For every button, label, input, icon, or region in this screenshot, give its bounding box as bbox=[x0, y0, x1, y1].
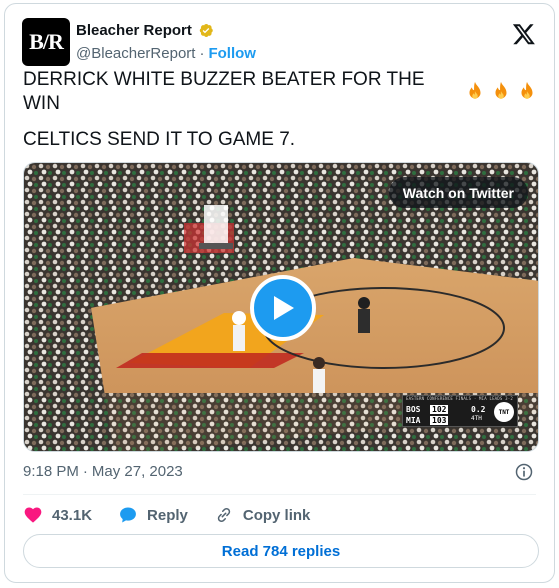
read-replies-button[interactable]: Read 784 replies bbox=[23, 534, 539, 568]
action-bar: 43.1K Reply Copy link bbox=[23, 503, 336, 527]
link-icon bbox=[217, 507, 231, 523]
info-icon[interactable] bbox=[514, 462, 534, 482]
fire-emojis bbox=[464, 81, 538, 103]
tweet-text-line2: CELTICS SEND IT TO GAME 7. bbox=[23, 129, 296, 150]
fire-emoji-icon bbox=[521, 81, 533, 99]
tnt-logo: TNT bbox=[494, 402, 514, 422]
divider bbox=[23, 494, 536, 495]
play-button[interactable] bbox=[250, 275, 316, 341]
copy-link-label: Copy link bbox=[242, 506, 311, 524]
fire-emoji-icon bbox=[469, 81, 481, 99]
author-name[interactable]: Bleacher Report bbox=[76, 22, 192, 39]
like-count: 43.1K bbox=[52, 506, 93, 524]
tweet-date: May 27, 2023 bbox=[91, 463, 183, 480]
fire-emoji-icon bbox=[495, 81, 507, 99]
video-thumbnail[interactable]: Watch on Twitter EASTERN CONFERENCE FINA… bbox=[23, 162, 539, 452]
scorebug-row-mia: MIA 103 bbox=[406, 415, 449, 425]
reply-label: Reply bbox=[147, 506, 188, 524]
scorebug: EASTERN CONFERENCE FINALS · MIA LEADS 3-… bbox=[402, 395, 518, 427]
verified-badge-icon bbox=[199, 24, 213, 37]
scorebug-team1: BOS bbox=[406, 404, 421, 414]
avatar[interactable]: B/R bbox=[22, 18, 70, 66]
follow-button[interactable]: Follow bbox=[208, 45, 256, 62]
like-button[interactable]: 43.1K bbox=[23, 505, 92, 525]
reply-button[interactable]: Reply bbox=[118, 505, 188, 525]
scorebug-score2: 103 bbox=[430, 415, 449, 425]
author-handle[interactable]: @BleacherReport bbox=[76, 45, 195, 62]
play-icon bbox=[274, 296, 294, 320]
tweet-text-line1: DERRICK WHITE BUZZER BEATER FOR THE WIN bbox=[23, 69, 425, 114]
scorebug-row-bos: BOS 102 bbox=[406, 404, 449, 414]
x-logo-icon[interactable] bbox=[512, 22, 536, 46]
author-name-row: Bleacher Report bbox=[76, 22, 214, 39]
tweet-time: 9:18 PM bbox=[23, 463, 79, 480]
separator-dot: · bbox=[199, 45, 205, 62]
tweet-line-1: DERRICK WHITE BUZZER BEATER FOR THE WIN bbox=[23, 69, 538, 114]
scorebug-team2: MIA bbox=[406, 415, 421, 425]
avatar-logo-text: B/R bbox=[29, 29, 64, 54]
copy-link-button[interactable]: Copy link bbox=[214, 505, 311, 525]
scorebug-quarter: 4TH bbox=[471, 415, 482, 422]
scorebug-score1: 102 bbox=[430, 404, 449, 414]
author-handle-row: @BleacherReport · Follow bbox=[76, 45, 256, 62]
watch-on-twitter-button[interactable]: Watch on Twitter bbox=[388, 177, 528, 208]
scorebug-clock: 0.2 bbox=[471, 405, 486, 414]
heart-icon bbox=[24, 507, 42, 523]
reply-bubble-icon bbox=[120, 507, 136, 523]
scorebug-header: EASTERN CONFERENCE FINALS · MIA LEADS 3-… bbox=[406, 396, 513, 401]
separator-dot: · bbox=[82, 463, 88, 480]
tweet-text: DERRICK WHITE BUZZER BEATER FOR THE WIN … bbox=[23, 69, 538, 152]
tweet-card: B/R Bleacher Report @BleacherReport · Fo… bbox=[4, 3, 555, 583]
tweet-line-2: CELTICS SEND IT TO GAME 7. bbox=[23, 128, 538, 152]
tweet-timestamp[interactable]: 9:18 PM · May 27, 2023 bbox=[23, 463, 183, 480]
